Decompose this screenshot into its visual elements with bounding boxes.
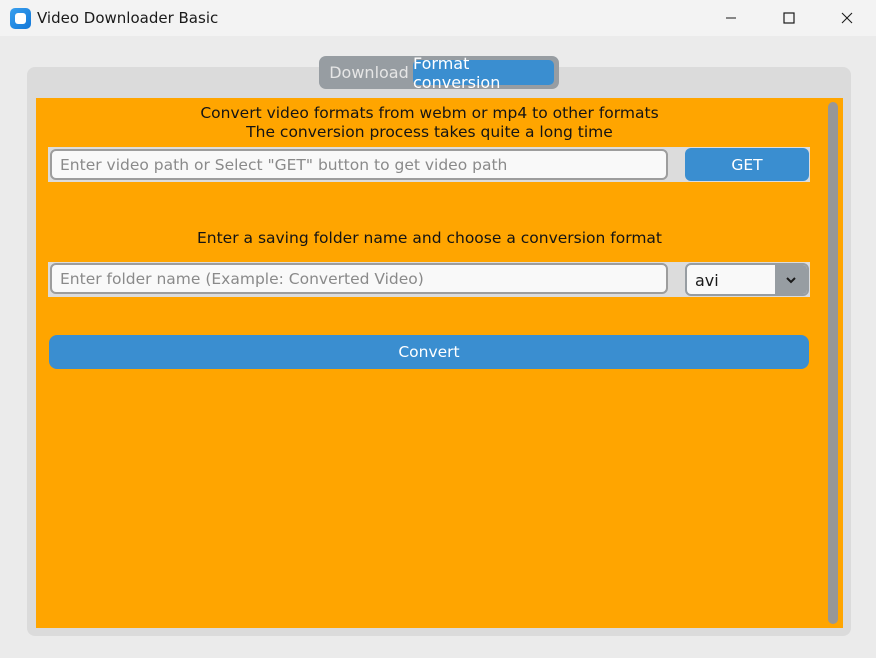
video-path-input[interactable] xyxy=(50,149,668,180)
title-bar: Video Downloader Basic xyxy=(0,0,876,36)
convert-button[interactable]: Convert xyxy=(49,335,809,369)
app-icon xyxy=(10,8,31,29)
window-title: Video Downloader Basic xyxy=(37,9,219,27)
scrollbar[interactable] xyxy=(828,102,838,624)
close-icon xyxy=(841,12,853,24)
maximize-button[interactable] xyxy=(760,0,818,36)
minimize-icon xyxy=(726,17,736,19)
folder-name-input[interactable] xyxy=(50,263,668,294)
info-text-duration: The conversion process takes quite a lon… xyxy=(246,123,613,141)
minimize-button[interactable] xyxy=(702,0,760,36)
format-select-value: avi xyxy=(695,271,719,290)
folder-prompt-text: Enter a saving folder name and choose a … xyxy=(196,229,662,247)
format-select-arrow[interactable] xyxy=(775,265,807,294)
tab-format-conversion[interactable]: Format conversion xyxy=(413,54,554,92)
format-conversion-panel: Convert video formats from webm or mp4 t… xyxy=(36,98,843,628)
maximize-icon xyxy=(783,12,795,24)
format-select[interactable]: avi xyxy=(685,263,809,296)
tab-selector: Download Format conversion xyxy=(319,54,559,92)
chevron-down-icon xyxy=(786,276,796,283)
info-text-formats: Convert video formats from webm or mp4 t… xyxy=(200,104,659,122)
tab-download[interactable]: Download xyxy=(324,60,414,85)
close-button[interactable] xyxy=(818,0,876,36)
get-path-button[interactable]: GET xyxy=(685,148,809,181)
